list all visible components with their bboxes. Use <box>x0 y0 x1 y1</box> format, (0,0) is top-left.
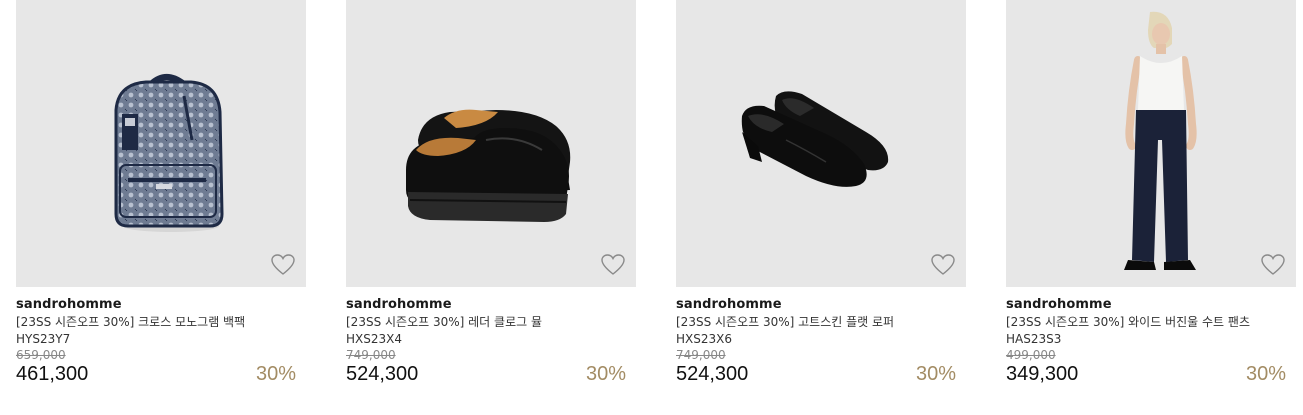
product-grid: sandrohomme [23SS 시즌오프 30%] 크로스 모노그램 백팩 … <box>0 0 1303 415</box>
product-card[interactable]: sandrohomme [23SS 시즌오프 30%] 크로스 모노그램 백팩 … <box>16 0 306 386</box>
product-image[interactable] <box>16 0 306 287</box>
price-row: 524,300 30% <box>676 362 966 386</box>
sale-price: 461,300 <box>16 363 89 385</box>
product-name[interactable]: [23SS 시즌오프 30%] 레더 클로그 뮬 <box>346 314 608 331</box>
original-price: 499,000 <box>1006 348 1056 362</box>
product-brand: sandrohomme <box>676 297 782 312</box>
product-name[interactable]: [23SS 시즌오프 30%] 고트스킨 플랫 로퍼 <box>676 314 938 331</box>
product-name[interactable]: [23SS 시즌오프 30%] 와이드 버진울 수트 팬츠 <box>1006 314 1268 331</box>
product-image[interactable] <box>676 0 966 287</box>
discount-rate: 30% <box>1245 363 1286 385</box>
product-brand: sandrohomme <box>1006 297 1112 312</box>
loafers-image <box>741 91 889 187</box>
original-price: 749,000 <box>346 348 396 362</box>
sale-price: 524,300 <box>346 363 419 385</box>
original-price: 659,000 <box>16 348 66 362</box>
heart-icon[interactable] <box>930 253 956 277</box>
sale-price: 349,300 <box>1006 363 1079 385</box>
product-card[interactable]: sandrohomme [23SS 시즌오프 30%] 와이드 버진울 수트 팬… <box>1006 0 1296 386</box>
model-pants-image <box>1124 11 1197 270</box>
price-row: 524,300 30% <box>346 362 636 386</box>
product-brand: sandrohomme <box>16 297 122 312</box>
discount-rate: 30% <box>255 363 296 385</box>
product-card[interactable]: sandrohomme [23SS 시즌오프 30%] 고트스킨 플랫 로퍼 H… <box>676 0 966 386</box>
discount-rate: 30% <box>915 363 956 385</box>
heart-icon[interactable] <box>1260 253 1286 277</box>
product-name[interactable]: [23SS 시즌오프 30%] 크로스 모노그램 백팩 <box>16 314 278 331</box>
backpack-image <box>114 74 224 232</box>
product-image[interactable] <box>346 0 636 287</box>
original-price: 749,000 <box>676 348 726 362</box>
heart-icon[interactable] <box>270 253 296 277</box>
sale-price: 524,300 <box>676 363 749 385</box>
product-code: HAS23S3 <box>1006 332 1062 346</box>
price-row: 349,300 30% <box>1006 362 1296 386</box>
price-row: 461,300 30% <box>16 362 306 386</box>
heart-icon[interactable] <box>600 253 626 277</box>
product-card[interactable]: sandrohomme [23SS 시즌오프 30%] 레더 클로그 뮬 HXS… <box>346 0 636 386</box>
product-image[interactable] <box>1006 0 1296 287</box>
product-code: HYS23Y7 <box>16 332 71 346</box>
product-brand: sandrohomme <box>346 297 452 312</box>
mule-shoes-image <box>406 109 571 222</box>
product-code: HXS23X6 <box>676 332 732 346</box>
product-code: HXS23X4 <box>346 332 402 346</box>
discount-rate: 30% <box>585 363 626 385</box>
